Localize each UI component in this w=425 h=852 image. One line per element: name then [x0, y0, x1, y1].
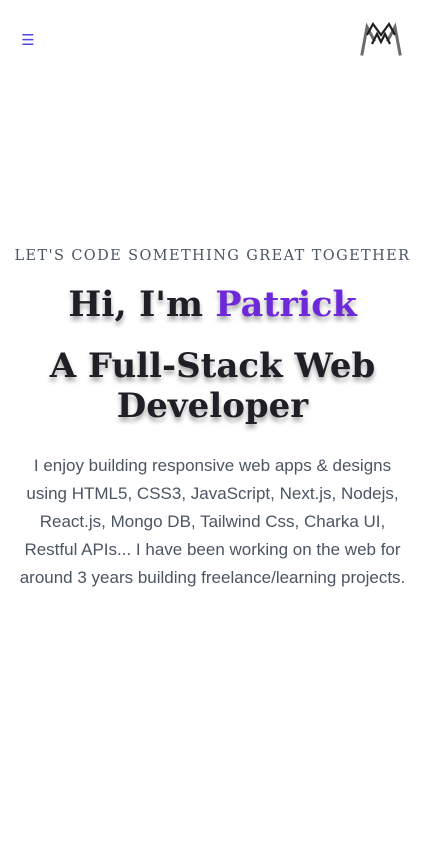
hero-bio: I enjoy building responsive web apps & d…: [0, 452, 425, 592]
greeting-prefix: Hi, I'm: [68, 284, 216, 325]
role-line: Developer: [116, 386, 309, 426]
bio-line: using HTML5, CSS3, JavaScript, Next.js, …: [26, 484, 399, 503]
navbar: ☰: [0, 0, 425, 80]
greeting-name: Patrick: [215, 284, 357, 325]
role-line: A Full-Stack Web: [49, 346, 376, 386]
hero-greeting: Hi, I'm Patrick: [0, 284, 425, 326]
hero-tagline: LET'S CODE SOMETHING GREAT TOGETHER: [14, 248, 411, 264]
bio-line: I enjoy building responsive web apps & d…: [33, 456, 392, 475]
hamburger-menu-icon[interactable]: ☰: [21, 31, 35, 49]
bio-line: Restful APIs... I have been working on t…: [24, 540, 401, 559]
hero-section: LET'S CODE SOMETHING GREAT TOGETHER Hi, …: [0, 244, 425, 592]
bio-line: React.js, Mongo DB, Tailwind Css, Charka…: [39, 512, 386, 531]
bio-line: around 3 years building freelance/learni…: [19, 568, 406, 587]
brand-logo-icon[interactable]: [358, 20, 404, 58]
hero-role-title: A Full-Stack Web Developer: [0, 346, 425, 426]
